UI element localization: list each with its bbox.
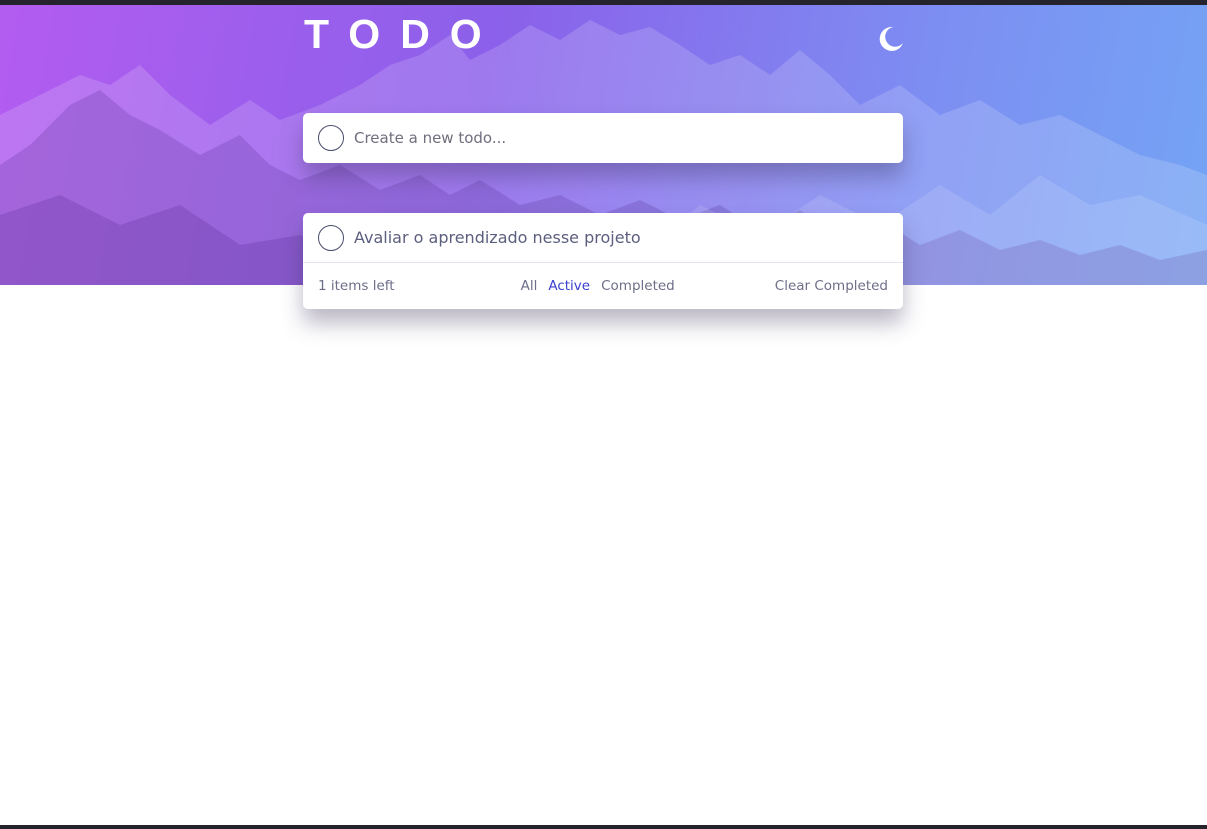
new-todo-circle[interactable]: [318, 125, 344, 151]
filter-group: All Active Completed: [521, 278, 675, 294]
todo-item: Avaliar o aprendizado nesse projeto: [303, 213, 903, 263]
todo-complete-checkbox[interactable]: [318, 224, 344, 251]
filter-active[interactable]: Active: [548, 278, 590, 294]
moon-icon: [879, 26, 903, 51]
app-title: TODO: [304, 11, 502, 57]
filter-all[interactable]: All: [521, 278, 538, 294]
new-todo-input[interactable]: [354, 123, 874, 153]
theme-toggle-button[interactable]: [874, 24, 904, 54]
clear-completed-button[interactable]: Clear Completed: [775, 278, 888, 294]
todo-list: Avaliar o aprendizado nesse projeto 1 it…: [303, 213, 903, 309]
todo-text[interactable]: Avaliar o aprendizado nesse projeto: [354, 228, 641, 247]
new-todo-bar: [303, 113, 903, 163]
todo-footer: 1 items left All Active Completed Clear …: [303, 263, 903, 309]
bottom-border: [0, 825, 1207, 829]
filter-completed[interactable]: Completed: [601, 278, 675, 294]
items-left-count: 1 items left: [318, 278, 395, 294]
